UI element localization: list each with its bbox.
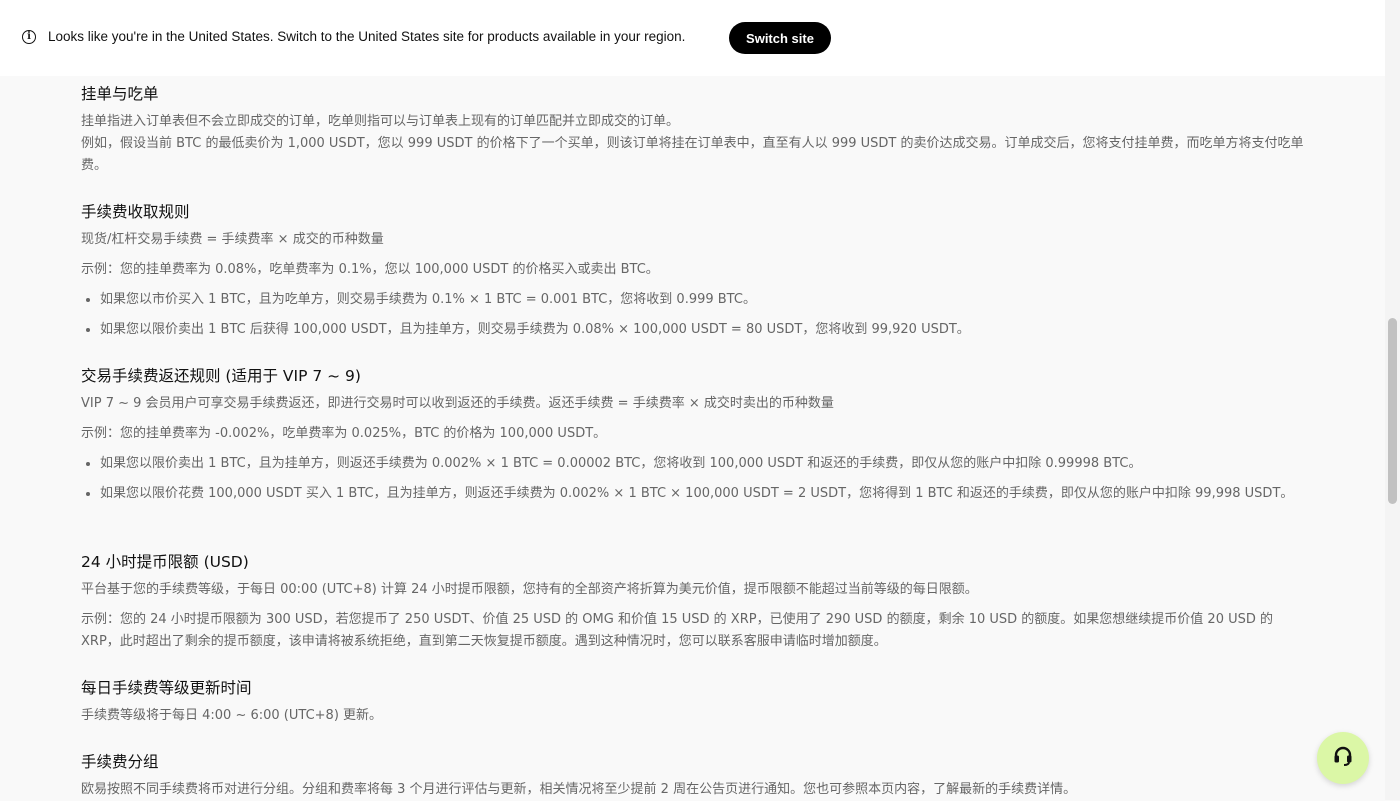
section-title-maker-taker: 挂单与吃单 [81, 85, 159, 103]
region-banner: i Looks like you're in the United States… [0, 0, 1385, 76]
info-icon: i [22, 30, 36, 44]
headset-icon [1331, 744, 1355, 772]
withdraw-limit-description: 平台基于您的手续费等级，于每日 00:00 (UTC+8) 计算 24 小时提币… [81, 582, 978, 597]
section-title-update-time: 每日手续费等级更新时间 [81, 679, 252, 697]
scrollbar-thumb[interactable] [1388, 318, 1397, 504]
switch-site-button[interactable]: Switch site [729, 22, 831, 54]
section-title-fee-groups: 手续费分组 [81, 753, 159, 771]
rebate-example-bullet: 如果您以限价卖出 1 BTC，且为挂单方，则返还手续费为 0.002% × 1 … [81, 453, 1306, 475]
rebate-example: 示例：您的挂单费率为 -0.002%，吃单费率为 0.025%，BTC 的价格为… [81, 426, 607, 441]
withdraw-limit-example: 示例：您的 24 小时提币限额为 300 USD，若您提币了 250 USDT、… [81, 612, 1274, 649]
fee-example: 示例：您的挂单费率为 0.08%，吃单费率为 0.1%，您以 100,000 U… [81, 262, 659, 277]
fee-formula: 现货/杠杆交易手续费 = 手续费率 × 成交的币种数量 [81, 232, 384, 247]
update-time-description: 手续费等级将于每日 4:00 ~ 6:00 (UTC+8) 更新。 [81, 708, 383, 723]
rebate-example-bullet: 如果您以限价花费 100,000 USDT 买入 1 BTC，且为挂单方，则返还… [81, 483, 1306, 505]
section-title-fee-rules: 手续费收取规则 [81, 203, 190, 221]
section-title-rebate-rules: 交易手续费返还规则 (适用于 VIP 7 ~ 9) [81, 367, 361, 385]
section-title-withdraw-limit: 24 小时提币限额 (USD) [81, 553, 249, 571]
customer-support-button[interactable] [1317, 732, 1369, 784]
banner-message: Looks like you're in the United States. … [48, 29, 686, 44]
fee-example-bullet: 如果您以限价卖出 1 BTC 后获得 100,000 USDT，且为挂单方，则交… [81, 319, 1306, 341]
rebate-description: VIP 7 ~ 9 会员用户可享交易手续费返还，即进行交易时可以收到返还的手续费… [81, 396, 834, 411]
fee-example-bullet: 如果您以市价买入 1 BTC，且为吃单方，则交易手续费为 0.1% × 1 BT… [81, 289, 1306, 311]
fee-groups-description: 欧易按照不同手续费将币对进行分组。分组和费率将每 3 个月进行评估与更新，相关情… [81, 782, 1077, 797]
maker-taker-definition: 挂单指进入订单表但不会立即成交的订单，吃单则指可以与订单表上现有的订单匹配并立即… [81, 114, 680, 129]
maker-taker-example: 例如，假设当前 BTC 的最低卖价为 1,000 USDT，您以 999 USD… [81, 136, 1304, 173]
scrollbar[interactable] [1385, 0, 1400, 800]
